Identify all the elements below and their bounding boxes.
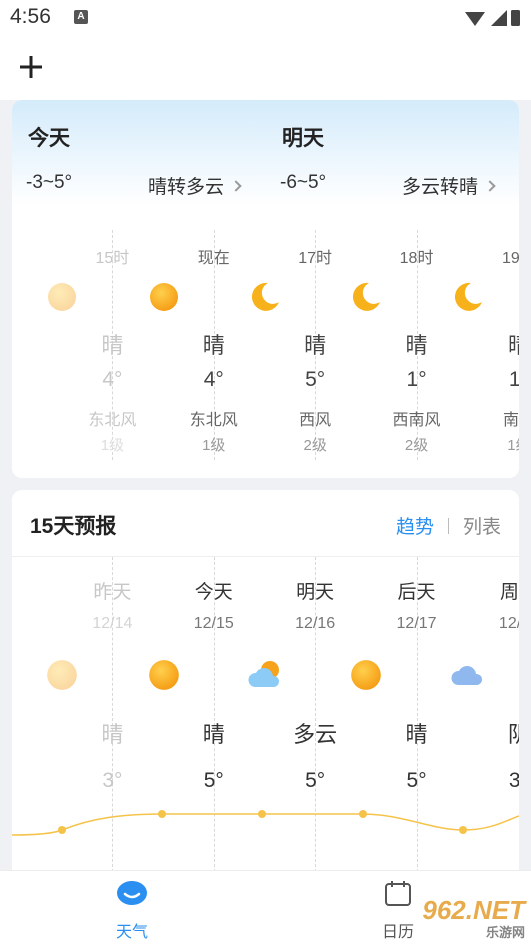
sun-icon [146,657,182,693]
cloud-icon [450,657,486,693]
signal-icon [465,10,520,26]
sun-icon [351,660,382,690]
temperature-trend-line [12,810,519,836]
chevron-right-icon [484,179,496,192]
moon-icon [251,282,279,311]
tomorrow-condition: 多云转晴 [402,177,479,198]
partly-cloudy-icon [248,661,279,687]
notification-icon: A [74,10,88,24]
hourly-item: 17时晴 5° 西风 2级 [215,230,332,460]
hourly-item: 19时晴 1° 南风 1级 [418,230,519,460]
hourly-item: 18时晴 1° 西南风 2级 [316,230,441,460]
moon-icon [455,282,483,311]
tomorrow-temp: -6~5° [280,172,327,193]
sun-icon [148,660,179,690]
trend-point [58,826,66,834]
forecast-card: 15天预报 趋势 列表 昨天 12/14 晴 3° 今天 12/15 晴 5° 明天 12/16 多… [12,490,519,890]
nav-weather-label: 天气 [115,924,148,941]
tomorrow-title: 明天 [282,127,324,150]
calendar-icon [385,881,411,906]
plus-icon [20,56,42,78]
trend-point [459,826,467,834]
sun-icon [147,280,181,314]
partly-cloudy-icon [247,657,283,693]
tab-divider [447,517,449,534]
tab-list[interactable]: 列表 [463,512,501,539]
hour-wind-level: 1级 [507,437,519,454]
forecast-title: 15天预报 [30,515,117,538]
trend-point [258,810,266,818]
day-name: 周四 [499,582,519,603]
cloud-icon [451,666,483,685]
today-temp: -3~5° [26,172,73,193]
today-condition-link[interactable]: 晴转多云 [148,172,242,199]
day-date: 12/18 [498,615,519,632]
nav-weather[interactable]: 天气 [92,879,172,942]
moon-icon [353,282,381,311]
hour-time: 19时 [502,250,519,267]
sun-icon [44,657,80,693]
moon-icon [451,280,485,314]
today-condition: 晴转多云 [148,177,225,198]
tomorrow-condition-link[interactable]: 多云转晴 [402,172,496,199]
sun-icon [48,283,77,311]
day-condition: 阴 [507,722,519,747]
forecast-tabs: 趋势 列表 [396,512,501,539]
status-icons [463,8,523,33]
tab-trend[interactable]: 趋势 [396,512,434,539]
hourly-forecast[interactable]: 15时晴 4° 东北风 1级 现在晴 4° 东北风 1级 17时晴 5° 西风 2级 18时晴 1° 西南风… [12,230,519,460]
today-title: 今天 [28,127,70,150]
sun-icon [348,657,384,693]
hourly-item: 15时晴 4° 东北风 1级 [12,230,136,460]
today-card: 今天 -3~5° 晴转多云 明天 -6~5° 多云转晴 15时晴 4° 东北风 1级现… [12,100,519,478]
today-tomorrow-summary: 今天 -3~5° 晴转多云 明天 -6~5° 多云转晴 [12,100,519,205]
hour-temp: 1° [508,368,519,391]
chevron-right-icon [230,179,242,192]
watermark-logo: 962.NET 乐游网 [422,895,525,941]
sun-icon [45,280,79,314]
moon-icon [349,280,383,314]
sun-icon [149,283,178,311]
watermark-brand: 962.NET [422,895,525,925]
top-bar [0,36,531,100]
sun-icon [47,660,78,690]
status-time: 4:56 [10,5,51,28]
trend-point [158,810,166,818]
add-city-button[interactable] [14,50,48,84]
hour-wind: 南风 [502,412,519,429]
status-bar: 4:56 A [0,0,531,36]
trend-point [359,810,367,818]
moon-icon [248,280,282,314]
hour-condition: 晴 [507,333,519,358]
hourly-item: 现在晴 4° 东北风 1级 [113,230,238,460]
weather-tab-icon [117,881,147,905]
